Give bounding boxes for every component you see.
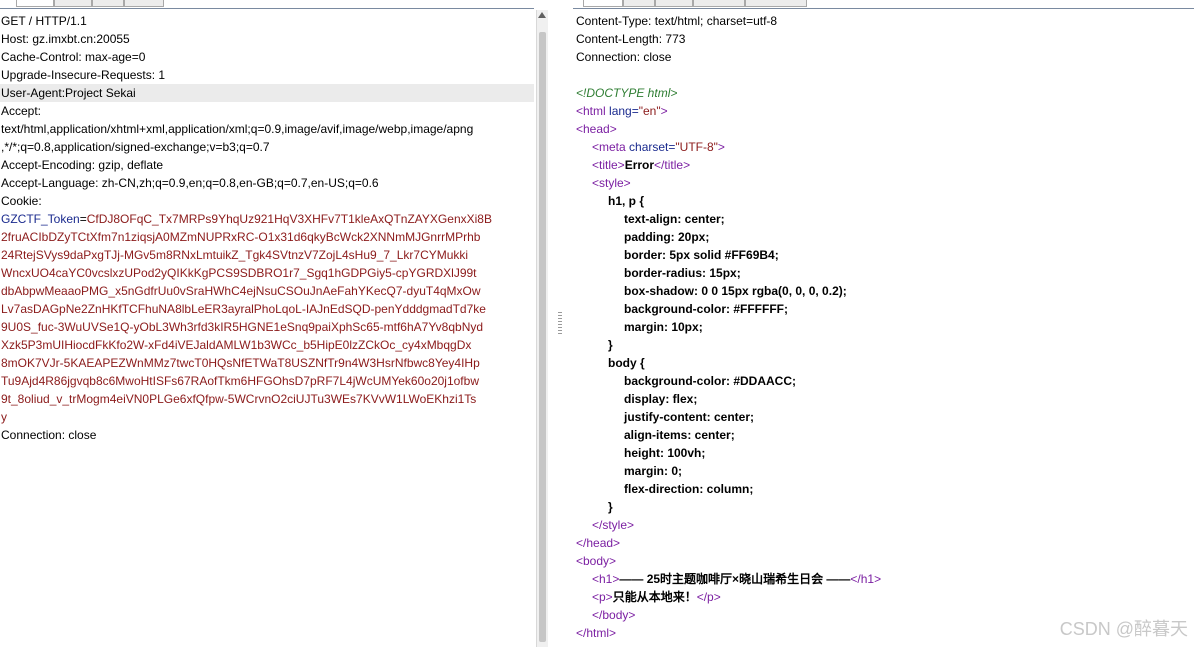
request-line: Upgrade-Insecure-Requests: 1	[1, 68, 166, 82]
request-line: Accept-Encoding: gzip, deflate	[1, 158, 164, 172]
title-text: Error	[624, 158, 655, 172]
scroll-up-arrow-icon[interactable]	[538, 12, 546, 18]
watermark: CSDN @醉暮天	[1059, 619, 1188, 639]
h1-open-tag: <h1>	[592, 572, 620, 586]
response-header-line: Content-Length: 773	[576, 32, 686, 46]
css-line: }	[608, 500, 613, 514]
meta-line: <meta charset="UTF-8">	[575, 138, 1194, 156]
response-tab-hex[interactable]	[655, 0, 693, 7]
cookie-value-line: Lv7asDAGpNe2ZnHKfTCFhuNA8lbLeER3ayralPho…	[1, 302, 486, 316]
request-tab-raw[interactable]	[54, 0, 92, 7]
h1-close-tag: </h1>	[850, 572, 882, 586]
cookie-value-line: Tu9Ajd4R86jgvqb8c6MwoHtISFs67RAofTkm6HFG…	[1, 374, 479, 388]
response-header-line: Content-Type: text/html; charset=utf-8	[576, 14, 778, 28]
cookie-value-line: 9U0S_fuc-3WuUVSe1Q-yObL3Wh3rfd3kIR5HGNE1…	[1, 320, 484, 334]
response-tab-render[interactable]	[693, 0, 745, 7]
css-line: }	[608, 338, 613, 352]
request-line: text/html,application/xhtml+xml,applicat…	[1, 122, 474, 136]
request-tab-hex[interactable]	[92, 0, 124, 7]
response-pane[interactable]: Content-Type: text/html; charset=utf-8 C…	[573, 0, 1194, 647]
cookie-value-line: 24RtejSVys9daPxgTJj-MGv5m8RNxLmtuikZ_Tgk…	[1, 248, 469, 262]
css-line: align-items: center;	[624, 428, 735, 442]
h1-line: <h1>—— 25时主题咖啡厅×晓山瑞希生日会 ——</h1>	[575, 570, 1194, 588]
response-tabstrip	[573, 0, 1194, 9]
request-scroll-thumb[interactable]	[539, 32, 546, 642]
request-line: Accept-Language: zh-CN,zh;q=0.9,en;q=0.8…	[1, 176, 379, 190]
cookie-value-line: 8mOK7VJr-5KAEAPEZWnMMz7twcT0HQsNfETWaT8U…	[1, 356, 480, 370]
css-line: border-radius: 15px;	[624, 266, 741, 280]
cookie-value-line: 2fruACIbDZyTCtXfm7n1ziqsjA0MZmNUPRxRC-O1…	[1, 230, 481, 244]
pane-splitter[interactable]	[549, 0, 573, 647]
css-line: display: flex;	[624, 392, 698, 406]
request-line-selected: User-Agent:Project Sekai	[0, 84, 534, 102]
css-line: body {	[608, 356, 645, 370]
p-text: 只能从本地来！	[612, 590, 697, 604]
response-header-line: Connection: close	[576, 50, 672, 64]
charset-value: "UTF-8"	[675, 140, 718, 154]
cookie-value-line: y	[1, 410, 7, 424]
css-line: justify-content: center;	[624, 410, 755, 424]
tag-close: >	[660, 104, 668, 118]
lang-value: "en"	[638, 104, 661, 118]
request-line: GET / HTTP/1.1	[1, 14, 87, 28]
tag-close: >	[717, 140, 725, 154]
response-editor[interactable]: Content-Type: text/html; charset=utf-8 C…	[575, 12, 1194, 642]
css-line: background-color: #DDAACC;	[624, 374, 797, 388]
splitter-grip-icon[interactable]	[558, 312, 562, 336]
lang-attr: lang=	[609, 104, 639, 118]
style-close-line: </style>	[592, 518, 635, 532]
p-open-tag: <p>	[592, 590, 613, 604]
cookie-value-line: 9t_8oliud_v_trMogm4eiVN0PLGe6xfQfpw-5WCr…	[1, 392, 477, 406]
head-close-line: </head>	[576, 536, 621, 550]
css-line: margin: 0;	[624, 464, 683, 478]
css-line: padding: 20px;	[624, 230, 710, 244]
html-open-line: <html lang="en">	[575, 102, 1194, 120]
cookie-value-line: WncxUO4caYC0vcslxzUPod2yQIKkKgPCS9SDBRO1…	[1, 266, 477, 280]
css-line: box-shadow: 0 0 15px rgba(0, 0, 0, 0.2);	[624, 284, 847, 298]
request-pane[interactable]: GET / HTTP/1.1 Host: gz.imxbt.cn:20055 C…	[0, 0, 534, 647]
request-tab-render[interactable]	[124, 0, 164, 7]
request-line: Cache-Control: max-age=0	[1, 50, 146, 64]
css-line: margin: 10px;	[624, 320, 703, 334]
cookie-value-line: dbAbpwMeaaoPMG_x5nGdfrUu0vSraHWhC4ejNsuC…	[1, 284, 481, 298]
meta-tag: <meta	[592, 140, 626, 154]
doctype-line: <!DOCTYPE html>	[576, 86, 678, 100]
cookie-value-line: Xzk5P3mUIHiocdFkKfo2W-xFd4iVEJaldAMLW1b3…	[1, 338, 472, 352]
response-tab-raw[interactable]	[623, 0, 655, 7]
request-line: Connection: close	[1, 428, 97, 442]
h1-text: —— 25时主题咖啡厅×晓山瑞希生日会 ——	[619, 572, 851, 586]
cookie-key: GZCTF_Token	[1, 212, 80, 226]
html-tag: <html	[576, 104, 606, 118]
request-tab-pretty[interactable]	[16, 0, 54, 7]
style-open-line: <style>	[592, 176, 631, 190]
head-open-line: <head>	[576, 122, 617, 136]
css-line: h1, p {	[608, 194, 645, 208]
request-line: ,*/*;q=0.8,application/signed-exchange;v…	[1, 140, 270, 154]
title-open-tag: <title>	[592, 158, 625, 172]
request-line: Accept:	[1, 104, 42, 118]
response-tab-pretty[interactable]	[583, 0, 623, 7]
p-line: <p>只能从本地来！</p>	[575, 588, 1194, 606]
response-tab-extra[interactable]	[745, 0, 807, 7]
request-scrollbar[interactable]	[536, 10, 548, 647]
cookie-value: CfDJ8OFqC_Tx7MRPs9YhqUz921HqV3XHFv7T1kle…	[86, 212, 492, 226]
css-line: flex-direction: column;	[624, 482, 754, 496]
css-line: height: 100vh;	[624, 446, 706, 460]
title-line: <title>Error</title>	[575, 156, 1194, 174]
charset-attr: charset=	[629, 140, 676, 154]
request-line: Host: gz.imxbt.cn:20055	[1, 32, 130, 46]
cookie-line: GZCTF_Token=CfDJ8OFqC_Tx7MRPs9YhqUz921Hq…	[0, 210, 534, 228]
request-tabstrip	[0, 0, 534, 9]
p-close-tag: </p>	[696, 590, 721, 604]
css-line: background-color: #FFFFFF;	[624, 302, 788, 316]
request-editor[interactable]: GET / HTTP/1.1 Host: gz.imxbt.cn:20055 C…	[0, 12, 534, 444]
body-open-line: <body>	[576, 554, 617, 568]
cookie-equals: =	[79, 212, 87, 226]
css-line: text-align: center;	[624, 212, 725, 226]
css-line: border: 5px solid #FF69B4;	[624, 248, 779, 262]
title-close-tag: </title>	[654, 158, 691, 172]
request-line: Cookie:	[1, 194, 42, 208]
